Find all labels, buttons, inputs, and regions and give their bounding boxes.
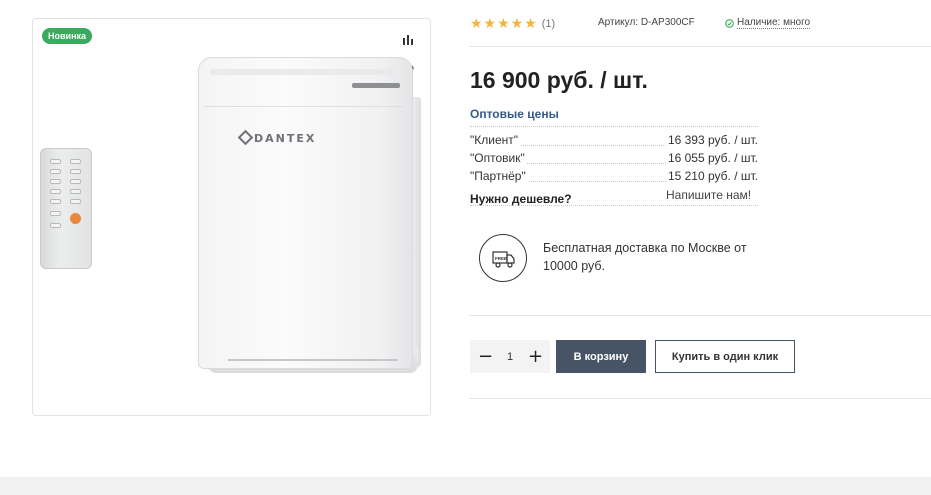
free-delivery-text: Бесплатная доставка по Москве от 10000 р… [543, 241, 747, 273]
wholesale-price-row: "Клиент" 16 393 руб. / шт. [470, 133, 758, 149]
availability-label: Наличие: много [737, 17, 811, 29]
delivery-icon-label: FREE [495, 256, 507, 261]
increase-quantity-button[interactable]: + [528, 347, 543, 366]
wholesale-prices-title: Оптовые цены [470, 107, 559, 121]
quantity-value[interactable]: 1 [507, 351, 513, 363]
product-rating[interactable]: ★★★★★ (1) [470, 16, 555, 32]
brand-logo: DANTEX [254, 132, 317, 145]
check-circle-icon [725, 18, 734, 28]
divider [469, 46, 931, 47]
price-tier-name: "Оптовик" [470, 151, 527, 165]
wholesale-price-row: "Оптовик" 16 055 руб. / шт. [470, 151, 758, 167]
need-cheaper-label: Нужно дешевле? [470, 192, 572, 206]
product-price: 16 900 руб. / шт. [470, 67, 648, 93]
availability-status[interactable]: Наличие: много [725, 17, 811, 29]
buy-one-click-button[interactable]: Купить в один клик [655, 340, 795, 373]
product-image-card[interactable]: Новинка DANTEX [32, 18, 431, 416]
footer-background [0, 477, 931, 495]
new-badge: Новинка [42, 28, 93, 44]
price-tier-value: 16 393 руб. / шт. [665, 133, 758, 147]
quantity-stepper[interactable]: − 1 + [470, 340, 550, 373]
compare-icon[interactable] [401, 33, 415, 47]
rating-count: (1) [541, 18, 556, 30]
decrease-quantity-button[interactable]: − [478, 347, 493, 366]
price-tier-name: "Партнёр" [470, 169, 528, 183]
price-tier-name: "Клиент" [470, 133, 521, 147]
product-article: Артикул: D-AP300CF [598, 17, 695, 28]
write-us-link[interactable]: Напишите нам! [666, 188, 751, 202]
delivery-truck-icon: FREE [479, 234, 527, 282]
divider [469, 315, 931, 316]
rating-stars: ★★★★★ [470, 16, 538, 32]
remote-control-image [40, 148, 92, 269]
wholesale-price-row: "Партнёр" 15 210 руб. / шт. [470, 169, 758, 185]
price-tier-value: 16 055 руб. / шт. [665, 151, 758, 165]
add-to-cart-button[interactable]: В корзину [556, 340, 646, 373]
air-purifier-image: DANTEX [188, 57, 423, 379]
price-tier-value: 15 210 руб. / шт. [665, 169, 758, 183]
divider [470, 205, 758, 206]
divider [470, 126, 758, 127]
divider [469, 398, 931, 399]
